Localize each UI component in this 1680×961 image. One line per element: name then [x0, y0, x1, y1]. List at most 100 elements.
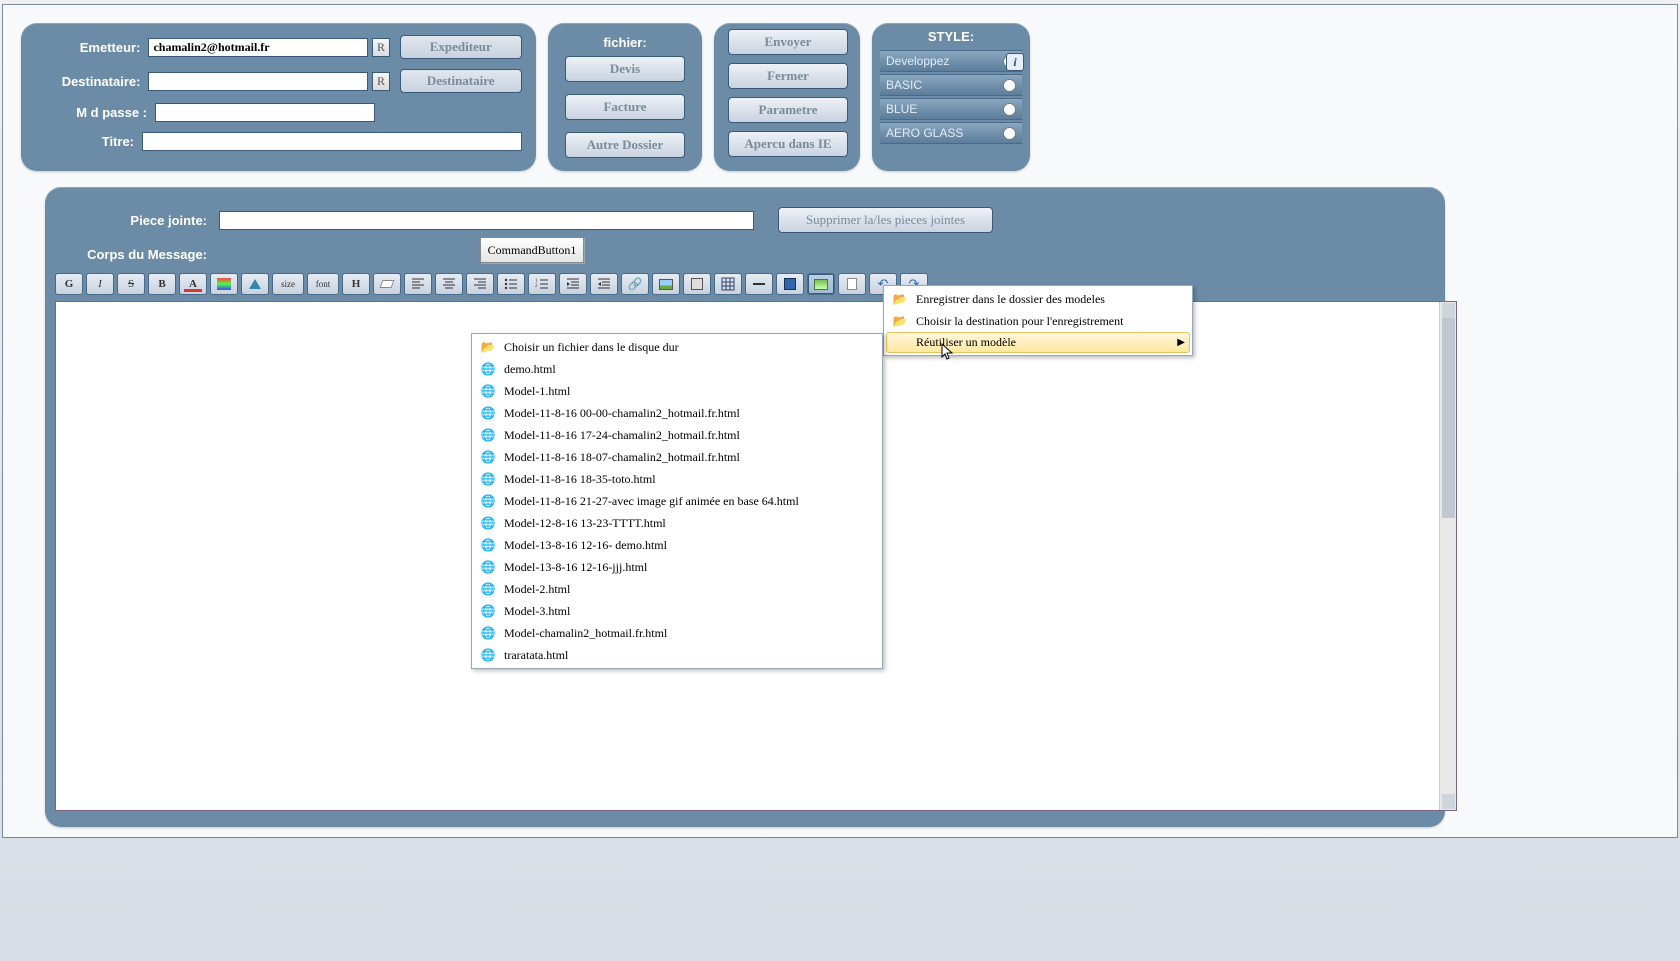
tb-strike-button[interactable]: S — [117, 273, 145, 295]
file-item-4[interactable]: Model-11-8-16 17-24-chamalin2_hotmail.fr… — [474, 424, 880, 446]
file-item-13[interactable]: Model-chamalin2_hotmail.fr.html — [474, 622, 880, 644]
tb-font-button[interactable]: font — [307, 273, 339, 295]
file-item-8[interactable]: Model-12-8-16 13-23-TTTT.html — [474, 512, 880, 534]
supprimer-pj-button[interactable]: Supprimer la/les pieces jointes — [778, 207, 993, 233]
file-item-label: Model-11-8-16 21-27-avec image gif animé… — [504, 494, 799, 509]
tb-insert-object-button[interactable] — [683, 273, 711, 295]
apercu-ie-button[interactable]: Apercu dans IE — [728, 131, 848, 157]
parametre-button[interactable]: Parametre — [728, 97, 848, 123]
tb-image-button[interactable] — [652, 273, 680, 295]
tb-align-right-button[interactable] — [466, 273, 494, 295]
ctx-item-2[interactable]: Réutiliser un modèle▶ — [886, 332, 1190, 353]
file-item-label: Model-13-8-16 12-16- demo.html — [504, 538, 667, 553]
tb-align-left-button[interactable] — [404, 273, 432, 295]
tb-table-button[interactable] — [714, 273, 742, 295]
file-item-9[interactable]: Model-13-8-16 12-16- demo.html — [474, 534, 880, 556]
panel-style: STYLE: DeveloppezBASICBLUEAERO GLASS i — [872, 23, 1030, 171]
toolbar: G I S B A size font H 12 🔗 — [55, 273, 928, 295]
align-right-icon — [472, 276, 488, 292]
piece-jointe-input[interactable] — [219, 211, 754, 230]
tb-list-numbered-button[interactable]: 12 — [528, 273, 556, 295]
mdp-label: M d passe : — [35, 105, 155, 120]
tb-clear-format-button[interactable] — [241, 273, 269, 295]
devis-button[interactable]: Devis — [565, 56, 685, 82]
destinataire-button[interactable]: Destinataire — [400, 69, 523, 93]
envoyer-button[interactable]: Envoyer — [728, 29, 848, 55]
tb-heading-button[interactable]: H — [342, 273, 370, 295]
tb-font-color-button[interactable]: A — [179, 273, 207, 295]
style-option-aero-glass[interactable]: AERO GLASS — [880, 122, 1022, 144]
destinataire-input[interactable] — [148, 72, 368, 91]
style-radio[interactable] — [1003, 127, 1016, 140]
file-item-11[interactable]: Model-2.html — [474, 578, 880, 600]
tb-bold-g-button[interactable]: G — [55, 273, 83, 295]
tb-indent-button[interactable] — [559, 273, 587, 295]
tb-list-bullets-button[interactable] — [497, 273, 525, 295]
file-item-12[interactable]: Model-3.html — [474, 600, 880, 622]
file-item-10[interactable]: Model-13-8-16 12-16-jjj.html — [474, 556, 880, 578]
tb-templates-button[interactable] — [807, 273, 835, 295]
tb-new-button[interactable] — [838, 273, 866, 295]
world-icon — [478, 537, 498, 553]
tb-erase-button[interactable] — [373, 273, 401, 295]
info-icon[interactable]: i — [1006, 53, 1024, 71]
world-icon — [478, 449, 498, 465]
tb-align-center-button[interactable] — [435, 273, 463, 295]
destinataire-r-button[interactable]: R — [372, 72, 389, 91]
context-menu-file-list: Choisir un fichier dans le disque durdem… — [471, 333, 883, 669]
world-icon — [478, 493, 498, 509]
folder-icon — [890, 313, 910, 329]
style-option-label: AERO GLASS — [886, 126, 963, 140]
tb-link-button[interactable]: 🔗 — [621, 273, 649, 295]
emetteur-input[interactable] — [148, 38, 368, 57]
style-option-blue[interactable]: BLUE — [880, 98, 1022, 120]
file-item-14[interactable]: traratata.html — [474, 644, 880, 666]
file-item-1[interactable]: demo.html — [474, 358, 880, 380]
titre-input[interactable] — [142, 132, 522, 151]
world-icon — [478, 581, 498, 597]
eraser-icon — [249, 279, 261, 289]
file-item-3[interactable]: Model-11-8-16 00-00-chamalin2_hotmail.fr… — [474, 402, 880, 424]
svg-text:2: 2 — [535, 284, 538, 289]
ctx-item-0[interactable]: Enregistrer dans le dossier des modeles — [886, 288, 1190, 310]
world-icon — [478, 647, 498, 663]
tb-size-button[interactable]: size — [272, 273, 304, 295]
world-icon — [478, 471, 498, 487]
tb-bold-b-button[interactable]: B — [148, 273, 176, 295]
object-icon — [691, 278, 703, 290]
world-icon — [478, 383, 498, 399]
tb-hr-button[interactable] — [745, 273, 773, 295]
expediteur-button[interactable]: Expediteur — [400, 35, 523, 59]
fermer-button[interactable]: Fermer — [728, 63, 848, 89]
fichier-title: fichier: — [562, 35, 688, 50]
tb-outdent-button[interactable] — [590, 273, 618, 295]
context-menu-templates: Enregistrer dans le dossier des modelesC… — [883, 285, 1193, 356]
world-icon — [478, 427, 498, 443]
world-icon — [478, 361, 498, 377]
style-option-label: BLUE — [886, 102, 917, 116]
file-item-6[interactable]: Model-11-8-16 18-35-toto.html — [474, 468, 880, 490]
mdp-input[interactable] — [155, 103, 375, 122]
style-option-label: BASIC — [886, 78, 922, 92]
page-icon — [847, 278, 857, 290]
file-item-2[interactable]: Model-1.html — [474, 380, 880, 402]
tb-italic-button[interactable]: I — [86, 273, 114, 295]
style-option-basic[interactable]: BASIC — [880, 74, 1022, 96]
world-icon — [478, 405, 498, 421]
style-option-developpez[interactable]: Developpez — [880, 50, 1022, 72]
file-item-5[interactable]: Model-11-8-16 18-07-chamalin2_hotmail.fr… — [474, 446, 880, 468]
style-radio[interactable] — [1003, 103, 1016, 116]
file-item-label: Model-11-8-16 18-07-chamalin2_hotmail.fr… — [504, 450, 740, 465]
file-item-7[interactable]: Model-11-8-16 21-27-avec image gif animé… — [474, 490, 880, 512]
emetteur-r-button[interactable]: R — [372, 38, 389, 57]
autre-dossier-button[interactable]: Autre Dossier — [565, 132, 685, 158]
ctx-item-1[interactable]: Choisir la destination pour l'enregistre… — [886, 310, 1190, 332]
vertical-scrollbar[interactable] — [1439, 302, 1456, 810]
tb-highlight-button[interactable] — [210, 273, 238, 295]
style-radio[interactable] — [1003, 79, 1016, 92]
outdent-icon — [596, 276, 612, 292]
command-button-1[interactable]: CommandButton1 — [480, 237, 584, 263]
facture-button[interactable]: Facture — [565, 94, 685, 120]
file-item-0[interactable]: Choisir un fichier dans le disque dur — [474, 336, 880, 358]
tb-save-button[interactable] — [776, 273, 804, 295]
